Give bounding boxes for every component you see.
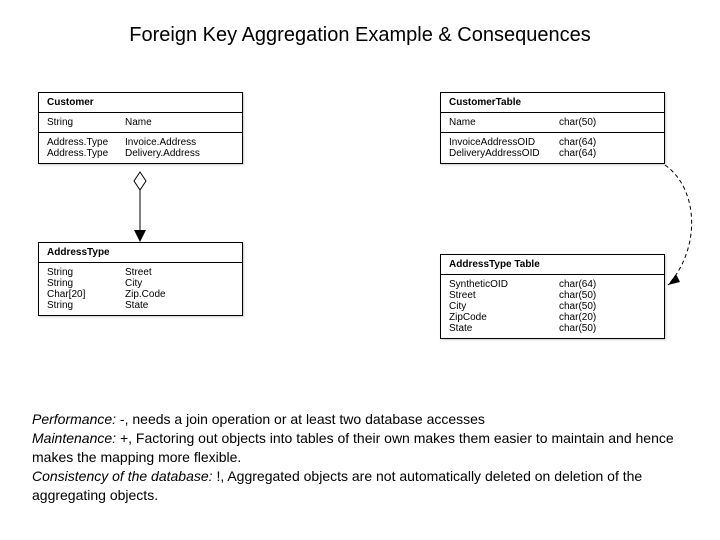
attr-name: State <box>125 300 234 311</box>
attr-row: String City <box>47 278 234 289</box>
class-customer-name: Customer <box>39 93 242 113</box>
maint-label: Maintenance: <box>32 430 116 446</box>
page-title: Foreign Key Aggregation Example & Conseq… <box>0 24 720 47</box>
table-customertable-name: CustomerTable <box>441 93 664 113</box>
attr-row: Address.Type Delivery.Address <box>47 148 234 159</box>
col-row: SyntheticOID char(64) <box>449 279 656 290</box>
col-name: DeliveryAddressOID <box>449 148 559 159</box>
table-addresstypetable-name: AddressType Table <box>441 255 664 275</box>
col-type: char(50) <box>559 117 656 128</box>
col-row: State char(50) <box>449 323 656 334</box>
attr-name: Name <box>125 117 234 128</box>
cons-line: Consistency of the database: !, Aggregat… <box>32 467 688 505</box>
maint-text: +, Factoring out objects into tables of … <box>32 430 674 465</box>
col-type: char(64) <box>559 148 656 159</box>
attr-type: Address.Type <box>47 148 125 159</box>
col-type: char(50) <box>559 290 656 301</box>
attr-type: String <box>47 267 125 278</box>
col-row: Name char(50) <box>449 117 656 128</box>
col-type: char(50) <box>559 323 656 334</box>
col-name: InvoiceAddressOID <box>449 137 559 148</box>
table-customertable: CustomerTable Name char(50) InvoiceAddre… <box>440 92 665 164</box>
col-type: char(64) <box>559 137 656 148</box>
attr-row: Char[20] Zip.Code <box>47 289 234 300</box>
attr-name: Zip.Code <box>125 289 234 300</box>
col-name: ZipCode <box>449 312 559 323</box>
class-customer: Customer String Name Address.Type Invoic… <box>38 92 243 164</box>
attr-row: Address.Type Invoice.Address <box>47 137 234 148</box>
attr-name: Invoice.Address <box>125 137 234 148</box>
attr-name: Street <box>125 267 234 278</box>
attr-type: Char[20] <box>47 289 125 300</box>
attr-name: Delivery.Address <box>125 148 234 159</box>
fk-reference-arrow-icon <box>660 160 710 300</box>
attr-row: String Street <box>47 267 234 278</box>
col-type: char(64) <box>559 279 656 290</box>
col-row: City char(50) <box>449 301 656 312</box>
perf-text: -, needs a join operation or at least tw… <box>116 411 485 427</box>
col-name: SyntheticOID <box>449 279 559 290</box>
attr-type: String <box>47 278 125 289</box>
maint-line: Maintenance: +, Factoring out objects in… <box>32 429 688 467</box>
attr-row: String Name <box>47 117 234 128</box>
col-row: InvoiceAddressOID char(64) <box>449 137 656 148</box>
col-type: char(50) <box>559 301 656 312</box>
attr-row: String State <box>47 300 234 311</box>
col-name: City <box>449 301 559 312</box>
col-name: State <box>449 323 559 334</box>
col-name: Name <box>449 117 559 128</box>
col-type: char(20) <box>559 312 656 323</box>
col-row: Street char(50) <box>449 290 656 301</box>
consequences-text: Performance: -, needs a join operation o… <box>32 410 688 504</box>
attr-type: String <box>47 300 125 311</box>
col-name: Street <box>449 290 559 301</box>
class-addresstype-name: AddressType <box>39 243 242 263</box>
class-addresstype: AddressType String Street String City Ch… <box>38 242 243 316</box>
perf-line: Performance: -, needs a join operation o… <box>32 410 688 429</box>
aggregation-connector-icon <box>130 172 150 246</box>
attr-type: String <box>47 117 125 128</box>
col-row: DeliveryAddressOID char(64) <box>449 148 656 159</box>
col-row: ZipCode char(20) <box>449 312 656 323</box>
cons-label: Consistency of the database: <box>32 468 213 484</box>
attr-type: Address.Type <box>47 137 125 148</box>
attr-name: City <box>125 278 234 289</box>
perf-label: Performance: <box>32 411 116 427</box>
table-addresstypetable: AddressType Table SyntheticOID char(64) … <box>440 254 665 339</box>
